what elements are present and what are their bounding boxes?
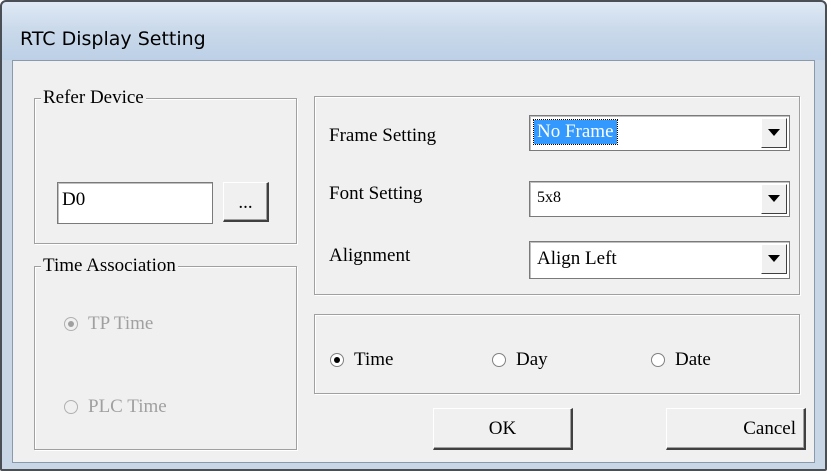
- radio-day-label: Day: [516, 349, 548, 370]
- radio-time-label: Time: [354, 349, 394, 370]
- frame-setting-value: No Frame: [533, 119, 618, 145]
- font-setting-dropdown-button[interactable]: [761, 184, 787, 214]
- ok-button[interactable]: OK: [433, 408, 573, 450]
- chevron-down-icon: [768, 195, 780, 202]
- alignment-label: Alignment: [329, 245, 411, 266]
- radio-plc-time-indicator: [64, 400, 78, 414]
- font-setting-label: Font Setting: [329, 183, 423, 204]
- device-address-input[interactable]: D0: [57, 182, 213, 224]
- radio-tp-time: TP Time: [64, 313, 153, 335]
- radio-date[interactable]: Date: [651, 349, 711, 371]
- radio-time[interactable]: Time: [330, 349, 393, 371]
- radio-date-indicator: [651, 353, 665, 367]
- time-association-group: [34, 266, 297, 450]
- rtc-display-setting-dialog: RTC Display Setting Refer Device D0 ... …: [0, 0, 827, 471]
- frame-setting-select[interactable]: No Frame: [529, 115, 790, 151]
- cancel-button[interactable]: Cancel: [666, 408, 806, 450]
- browse-device-button[interactable]: ...: [223, 182, 269, 222]
- refer-device-legend: Refer Device: [41, 87, 146, 109]
- window-title: RTC Display Setting: [20, 28, 206, 50]
- chevron-down-icon: [768, 129, 780, 136]
- radio-day-indicator: [492, 353, 506, 367]
- radio-plc-time: PLC Time: [64, 396, 167, 418]
- time-association-legend: Time Association: [41, 255, 178, 277]
- alignment-dropdown-button[interactable]: [761, 244, 787, 274]
- radio-time-indicator: [330, 353, 344, 367]
- frame-setting-dropdown-button[interactable]: [761, 118, 787, 148]
- radio-tp-time-label: TP Time: [88, 313, 154, 334]
- alignment-value: Align Left: [537, 248, 617, 269]
- radio-date-label: Date: [675, 349, 711, 370]
- frame-setting-label: Frame Setting: [329, 125, 437, 146]
- chevron-down-icon: [768, 255, 780, 262]
- radio-tp-time-indicator: [64, 317, 78, 331]
- font-setting-select[interactable]: 5x8: [529, 181, 790, 217]
- title-bar[interactable]: RTC Display Setting: [2, 2, 825, 60]
- dialog-body: Refer Device D0 ... Time Association TP …: [12, 60, 815, 463]
- radio-plc-time-label: PLC Time: [88, 396, 167, 417]
- radio-day[interactable]: Day: [492, 349, 548, 371]
- font-setting-value: 5x8: [537, 189, 561, 206]
- alignment-select[interactable]: Align Left: [529, 241, 790, 279]
